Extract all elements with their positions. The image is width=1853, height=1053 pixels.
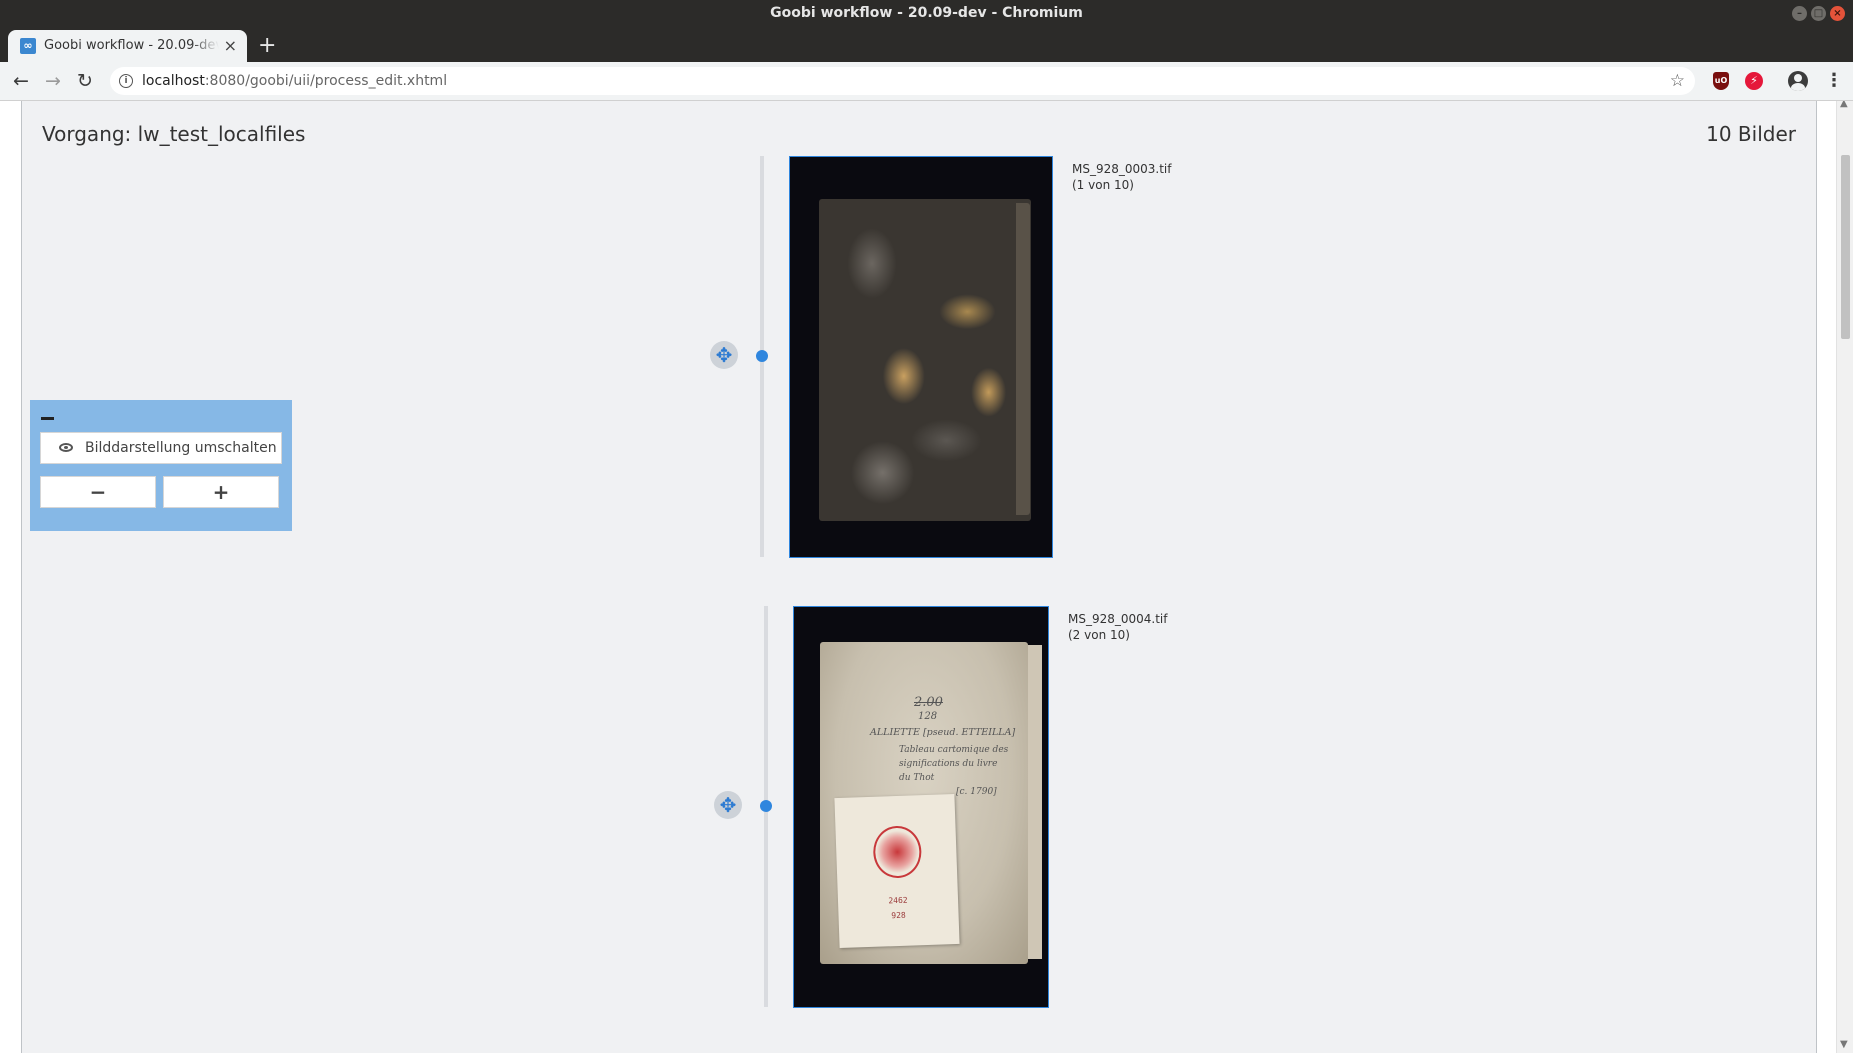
image-count: 10 Bilder bbox=[1706, 122, 1796, 146]
image-filename: MS_928_0004.tif bbox=[1068, 612, 1168, 626]
page-content: ✥ MS_928_0003.tif (1 von 10) ✥ 2.00 128 … bbox=[0, 101, 1853, 1053]
tab-strip: ∞ Goobi workflow - 20.09-dev - Chromium … bbox=[0, 26, 1853, 62]
toggle-image-display-button[interactable]: Bilddarstellung umschalten bbox=[40, 432, 282, 464]
close-window-icon[interactable]: × bbox=[1830, 6, 1845, 21]
goobi-favicon-icon: ∞ bbox=[20, 38, 36, 54]
browser-toolbar: ← → ↻ i localhost:8080/goobi/uii/process… bbox=[0, 62, 1853, 101]
zoom-out-button[interactable]: − bbox=[40, 476, 156, 508]
back-arrow-icon[interactable]: ← bbox=[8, 62, 34, 100]
extension-bolt-icon[interactable]: ⚡ bbox=[1745, 72, 1763, 90]
handwritten-date: [c. 1790] bbox=[956, 787, 997, 797]
ublock-extension-icon[interactable]: uO bbox=[1713, 72, 1729, 90]
card-number-1: 2462 bbox=[888, 895, 908, 906]
close-tab-icon[interactable]: × bbox=[224, 30, 237, 62]
handwritten-author: ALLIETTE [pseud. ETTEILLA] bbox=[870, 727, 1016, 738]
handwritten-price: 2.00 bbox=[914, 695, 943, 710]
bookmark-star-icon[interactable]: ☆ bbox=[1670, 67, 1685, 95]
handwritten-title-line2: significations du livre bbox=[899, 759, 998, 769]
marbled-book-cover bbox=[819, 199, 1031, 521]
url-text[interactable]: localhost:8080/goobi/uii/process_edit.xh… bbox=[142, 67, 447, 95]
library-stamp bbox=[872, 825, 923, 879]
eye-icon bbox=[59, 443, 73, 452]
browser-tab[interactable]: ∞ Goobi workflow - 20.09-dev - Chromium … bbox=[8, 30, 247, 62]
image-thumbnail-2[interactable]: 2.00 128 ALLIETTE [pseud. ETTEILLA] Tabl… bbox=[793, 606, 1049, 1008]
handwritten-title-line1: Tableau cartomique des bbox=[899, 745, 1009, 755]
zoom-in-button[interactable]: + bbox=[163, 476, 279, 508]
image-filename: MS_928_0003.tif bbox=[1072, 162, 1172, 176]
scroll-down-arrow-icon[interactable]: ▼ bbox=[1840, 1039, 1848, 1050]
image-control-box: Bilddarstellung umschalten − + bbox=[30, 400, 292, 531]
page-title: Vorgang: lw_test_localfiles bbox=[42, 122, 306, 146]
handwritten-number: 128 bbox=[918, 711, 938, 722]
scroll-up-arrow-icon[interactable]: ▲ bbox=[1840, 101, 1848, 109]
image-meta-1: MS_928_0003.tif (1 von 10) bbox=[1072, 161, 1172, 193]
url-path: :8080/goobi/uii/process_edit.xhtml bbox=[204, 73, 448, 89]
forward-arrow-icon[interactable]: → bbox=[40, 62, 66, 100]
drag-dot-icon[interactable] bbox=[756, 350, 768, 362]
image-meta-2: MS_928_0004.tif (2 von 10) bbox=[1068, 611, 1168, 643]
minimize-icon[interactable]: – bbox=[1792, 6, 1807, 21]
bookplate-card: 2462 928 bbox=[834, 793, 960, 949]
toggle-image-display-label: Bilddarstellung umschalten bbox=[85, 440, 277, 456]
profile-avatar-icon[interactable] bbox=[1788, 71, 1808, 91]
image-thumbnail-1[interactable] bbox=[789, 156, 1053, 558]
window-title: Goobi workflow - 20.09-dev - Chromium bbox=[770, 5, 1083, 21]
collapse-minus-icon[interactable] bbox=[41, 417, 54, 420]
address-bar[interactable]: i localhost:8080/goobi/uii/process_edit.… bbox=[110, 67, 1695, 95]
book-right-edge bbox=[1028, 645, 1042, 959]
reload-icon[interactable]: ↻ bbox=[72, 62, 98, 100]
window-title-bar: Goobi workflow - 20.09-dev - Chromium – … bbox=[0, 0, 1853, 26]
image-position: (2 von 10) bbox=[1068, 628, 1130, 642]
drag-dot-icon[interactable] bbox=[760, 800, 772, 812]
url-host: localhost bbox=[142, 73, 205, 89]
image-position: (1 von 10) bbox=[1072, 178, 1134, 192]
window-controls: – □ × bbox=[1792, 6, 1845, 21]
move-arrows-icon[interactable]: ✥ bbox=[714, 791, 742, 819]
move-arrows-icon[interactable]: ✥ bbox=[710, 341, 738, 369]
vertical-scrollbar[interactable]: ▲ ▼ bbox=[1836, 101, 1853, 1053]
card-number-2: 928 bbox=[891, 910, 906, 921]
site-info-icon[interactable]: i bbox=[119, 74, 133, 88]
book-spine-edge bbox=[1016, 203, 1030, 515]
browser-menu-icon[interactable]: ⋮ bbox=[1825, 62, 1843, 100]
scrollbar-thumb[interactable] bbox=[1841, 155, 1850, 339]
handwritten-title-line3: du Thot bbox=[899, 773, 935, 783]
maximize-icon[interactable]: □ bbox=[1811, 6, 1826, 21]
tab-title: Goobi workflow - 20.09-dev - Chromium bbox=[44, 30, 219, 62]
new-tab-icon[interactable]: + bbox=[258, 30, 276, 62]
